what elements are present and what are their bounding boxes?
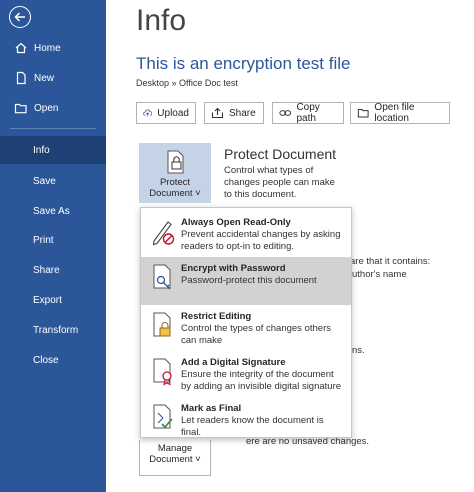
sidebar-item-label: Transform	[33, 324, 79, 336]
manage-label-line2: Document ˅	[149, 454, 201, 465]
restrict-editing-icon	[151, 311, 177, 341]
share-button[interactable]: Share	[204, 102, 264, 124]
home-icon	[14, 41, 28, 55]
document-filename: This is an encryption test file	[136, 54, 351, 73]
sidebar-item-label: Close	[33, 354, 59, 366]
copy-path-label: Copy path	[296, 102, 320, 124]
sidebar-item-new[interactable]: New	[0, 64, 106, 92]
menu-item-always-open-read-only[interactable]: Always Open Read-Only Prevent accidental…	[141, 211, 351, 259]
mark-final-icon	[151, 403, 177, 433]
lock-document-icon	[167, 150, 184, 174]
open-file-location-button[interactable]: Open file location	[350, 102, 450, 124]
cloud-upload-icon	[143, 109, 153, 117]
menu-item-title: Restrict Editing	[181, 311, 252, 322]
sidebar-item-label: Save	[33, 175, 56, 187]
sidebar-item-label: Save As	[33, 205, 70, 217]
menu-item-description: Ensure the integrity of the document by …	[181, 369, 342, 392]
sidebar-item-label: Share	[33, 264, 60, 276]
sidebar-item-label: Open	[34, 102, 59, 114]
inspect-text-fragment: are that it contains:	[350, 256, 431, 267]
manage-document-button[interactable]: Manage Document ˅	[139, 440, 211, 476]
page-title: Info	[136, 4, 187, 37]
pencil-no-icon	[151, 217, 177, 247]
menu-item-restrict-editing[interactable]: Restrict Editing Control the types of ch…	[141, 305, 351, 353]
back-arrow-icon[interactable]	[9, 6, 31, 28]
menu-item-mark-as-final[interactable]: Mark as Final Let readers know the docum…	[141, 397, 351, 445]
sidebar-item-close[interactable]: Close	[0, 346, 106, 374]
menu-item-encrypt-with-password[interactable]: Encrypt with Password Password-protect t…	[141, 257, 351, 305]
sidebar-item-transform[interactable]: Transform	[0, 316, 106, 344]
menu-item-title: Always Open Read-Only	[181, 217, 291, 228]
link-icon	[279, 110, 292, 116]
share-icon	[211, 107, 224, 119]
menu-item-description: Password-protect this document	[181, 275, 317, 286]
sidebar-item-label: Print	[33, 234, 54, 246]
protect-tile-label-line1: Protect	[159, 177, 191, 188]
protect-document-dropdown: Always Open Read-Only Prevent accidental…	[140, 207, 352, 438]
folder-open-icon	[14, 101, 28, 115]
sidebar-item-save-as[interactable]: Save As	[0, 197, 106, 225]
folder-icon	[357, 108, 369, 118]
digital-signature-icon	[151, 357, 177, 387]
key-document-icon	[151, 263, 177, 293]
protect-document-description: Control what types of changes people can…	[224, 165, 335, 200]
backstage-sidebar: Home New Open Info Save Save As Print Sh…	[0, 0, 106, 492]
menu-item-title: Encrypt with Password	[181, 263, 286, 274]
new-document-icon	[14, 71, 28, 85]
sidebar-item-export[interactable]: Export	[0, 286, 106, 314]
versions-text-fragment: ns.	[352, 345, 365, 356]
menu-item-add-digital-signature[interactable]: Add a Digital Signature Ensure the integ…	[141, 351, 351, 399]
sidebar-divider	[10, 128, 96, 129]
menu-item-title: Mark as Final	[181, 403, 242, 414]
sidebar-item-label: Home	[34, 42, 61, 54]
sidebar-item-open[interactable]: Open	[0, 94, 106, 122]
protect-tile-label-line2: Document ˅	[149, 188, 201, 199]
sidebar-item-home[interactable]: Home	[0, 34, 106, 62]
sidebar-item-info[interactable]: Info	[0, 136, 106, 164]
menu-item-title: Add a Digital Signature	[181, 357, 286, 368]
open-file-location-label: Open file location	[374, 102, 415, 124]
upload-label: Upload	[157, 107, 189, 119]
upload-button[interactable]: Upload	[136, 102, 196, 124]
share-label: Share	[229, 107, 256, 119]
sidebar-item-save[interactable]: Save	[0, 167, 106, 195]
protect-document-button[interactable]: Protect Document ˅	[139, 143, 211, 203]
sidebar-item-print[interactable]: Print	[0, 226, 106, 254]
copy-path-button[interactable]: Copy path	[272, 102, 344, 124]
sidebar-item-share[interactable]: Share	[0, 256, 106, 284]
menu-item-description: Control the types of changes others can …	[181, 323, 331, 346]
sidebar-item-label: New	[34, 72, 55, 84]
sidebar-item-label: Export	[33, 294, 62, 306]
sidebar-item-label: Info	[33, 144, 50, 156]
menu-item-description: Prevent accidental changes by asking rea…	[181, 229, 341, 252]
protect-document-heading: Protect Document	[224, 146, 337, 162]
author-text-fragment: uthor's name	[352, 269, 407, 280]
menu-item-description: Let readers know the document is final.	[181, 415, 324, 438]
breadcrumb: Desktop » Office Doc test	[136, 78, 238, 88]
